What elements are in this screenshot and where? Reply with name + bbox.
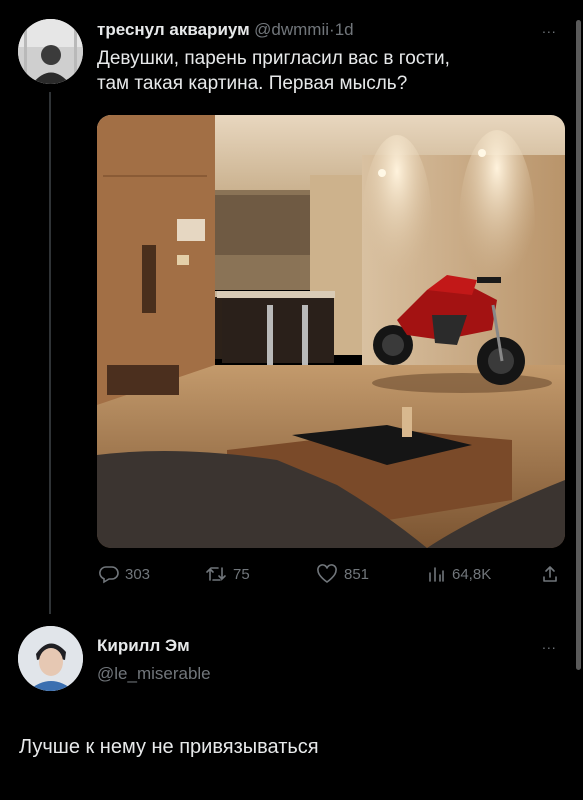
tweet-header: треснул аквариум @dwmmii·1d bbox=[97, 20, 354, 40]
thread-line bbox=[49, 92, 51, 614]
reply-more-button[interactable]: ... bbox=[542, 636, 557, 652]
retweet-count: 75 bbox=[233, 565, 250, 583]
analytics-icon bbox=[429, 567, 444, 582]
author-name[interactable]: треснул аквариум bbox=[97, 20, 250, 39]
tweet-time[interactable]: 1d bbox=[335, 20, 354, 39]
reply-avatar[interactable] bbox=[18, 626, 83, 691]
share-icon bbox=[543, 566, 557, 582]
reply-icon bbox=[99, 566, 119, 584]
views-count: 64,8K bbox=[452, 565, 492, 583]
reply-author-handle[interactable]: @le_miserable bbox=[97, 664, 211, 684]
reply-author-name[interactable]: Кирилл Эм bbox=[97, 636, 190, 656]
share-action[interactable] bbox=[540, 564, 560, 584]
reply-count: 303 bbox=[125, 565, 151, 583]
reply-text: Лучше к нему не привязываться bbox=[19, 736, 319, 758]
tweet-text-line-1: Девушки, парень пригласил вас в гости, bbox=[97, 48, 450, 69]
author-handle[interactable]: @dwmmii bbox=[254, 20, 329, 39]
tweet-text-line-2: там такая картина. Первая мысль? bbox=[97, 73, 408, 94]
retweet-icon bbox=[206, 567, 226, 581]
scrollbar[interactable] bbox=[576, 20, 581, 670]
tweet-photo[interactable] bbox=[97, 115, 565, 548]
like-action[interactable]: 851 bbox=[316, 564, 369, 584]
heart-icon bbox=[317, 564, 337, 583]
retweet-action[interactable]: 75 bbox=[205, 564, 250, 584]
author-avatar[interactable] bbox=[18, 19, 83, 84]
reply-action[interactable]: 303 bbox=[99, 564, 150, 584]
tweet-text: Девушки, парень пригласил вас в гости, т… bbox=[97, 46, 567, 96]
views-action[interactable]: 64,8K bbox=[426, 564, 491, 584]
like-count: 851 bbox=[344, 565, 370, 583]
tweet-more-button[interactable]: ... bbox=[542, 20, 557, 36]
